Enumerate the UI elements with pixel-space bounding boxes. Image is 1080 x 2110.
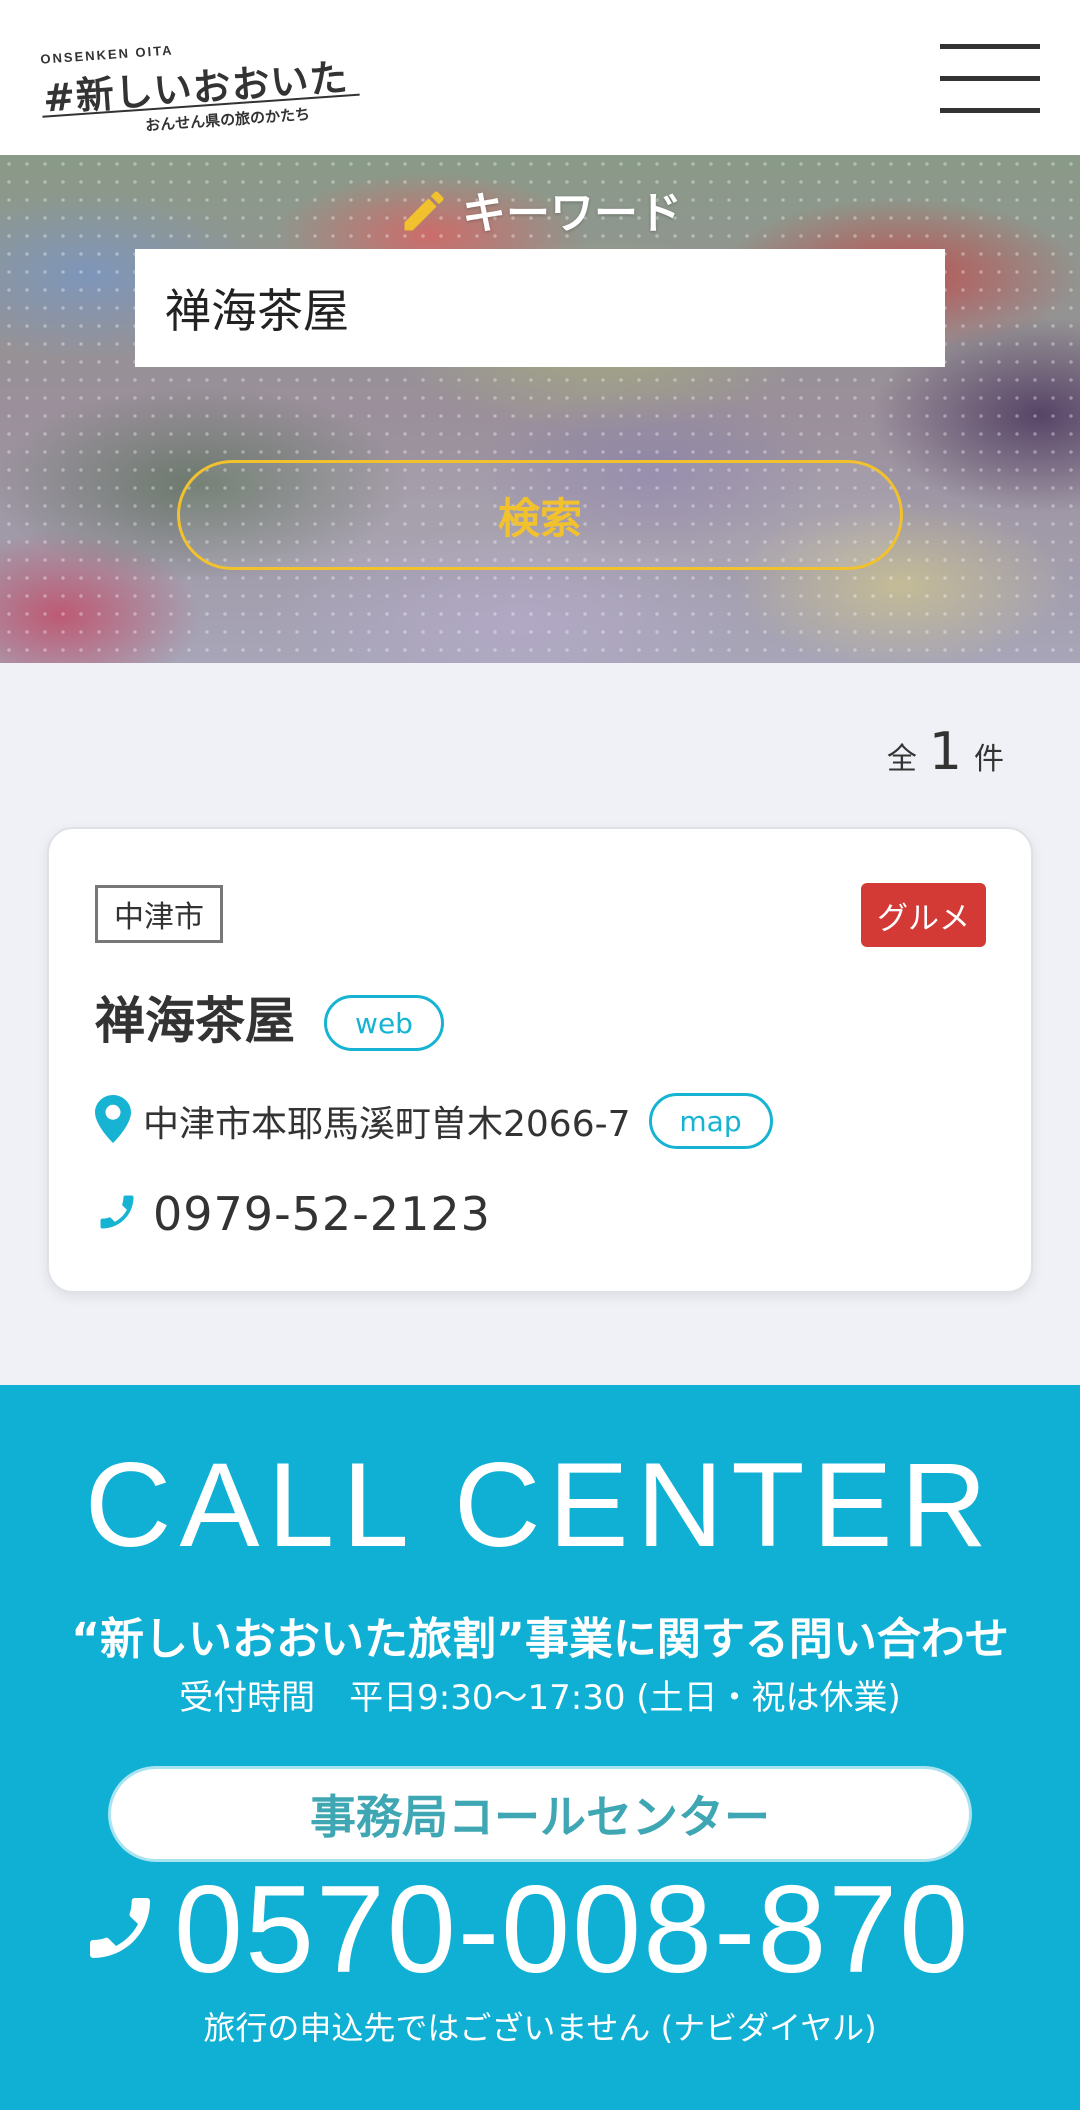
web-link-button[interactable]: web: [324, 995, 444, 1051]
site-logo[interactable]: ONSENKEN OITA #新しいおおいた おんせん県の旅のかたち: [35, 9, 371, 135]
phone-icon: [95, 1190, 139, 1238]
call-center-section: CALL CENTER “新しいおおいた旅割”事業に関する問い合わせ 受付時間 …: [0, 1385, 1080, 2110]
map-link-button[interactable]: map: [648, 1093, 773, 1149]
site-header: ONSENKEN OITA #新しいおおいた おんせん県の旅のかたち: [0, 0, 1080, 155]
keyword-label: キーワード: [0, 177, 1080, 248]
call-center-phone-number: 0570-008-870: [174, 1861, 971, 1999]
result-count: 全1件: [887, 722, 1004, 782]
call-center-note: 旅行の申込先ではございません (ナビダイヤル): [203, 2009, 877, 2047]
keyword-label-text: キーワード: [462, 188, 682, 239]
shop-name: 禅海茶屋: [95, 992, 295, 1050]
call-center-hours: 受付時間 平日9:30～17:30 (土日・祝は休業): [179, 1678, 901, 1718]
search-hero: キーワード 検索: [0, 155, 1080, 663]
phone-icon: [80, 1888, 160, 1972]
count-suffix: 件: [974, 742, 1004, 777]
phone-row: 0979-52-2123: [95, 1184, 491, 1244]
call-center-subtitle: “新しいおおいた旅割”事業に関する問い合わせ: [71, 1614, 1009, 1665]
address-text: 中津市本耶馬溪町曽木2066-7: [143, 1104, 631, 1145]
map-pin-icon: [95, 1095, 131, 1147]
search-button[interactable]: 検索: [177, 460, 903, 570]
call-center-phone[interactable]: 0570-008-870: [80, 1865, 970, 1995]
hamburger-menu-icon[interactable]: [940, 44, 1040, 114]
result-card: 中津市 グルメ 禅海茶屋 web 中津市本耶馬溪町曽木2066-7 map 09…: [47, 827, 1033, 1293]
count-prefix: 全: [886, 742, 917, 777]
phone-text[interactable]: 0979-52-2123: [153, 1187, 491, 1241]
pencil-icon: [398, 185, 450, 248]
count-number: 1: [928, 722, 962, 782]
area-tag: 中津市: [95, 885, 223, 943]
category-badge: グルメ: [861, 883, 986, 947]
call-center-title: CALL CENTER: [84, 1438, 996, 1572]
keyword-input[interactable]: [135, 249, 945, 367]
address-row: 中津市本耶馬溪町曽木2066-7 map: [95, 1091, 773, 1151]
call-center-button[interactable]: 事務局コールセンター: [108, 1766, 972, 1862]
